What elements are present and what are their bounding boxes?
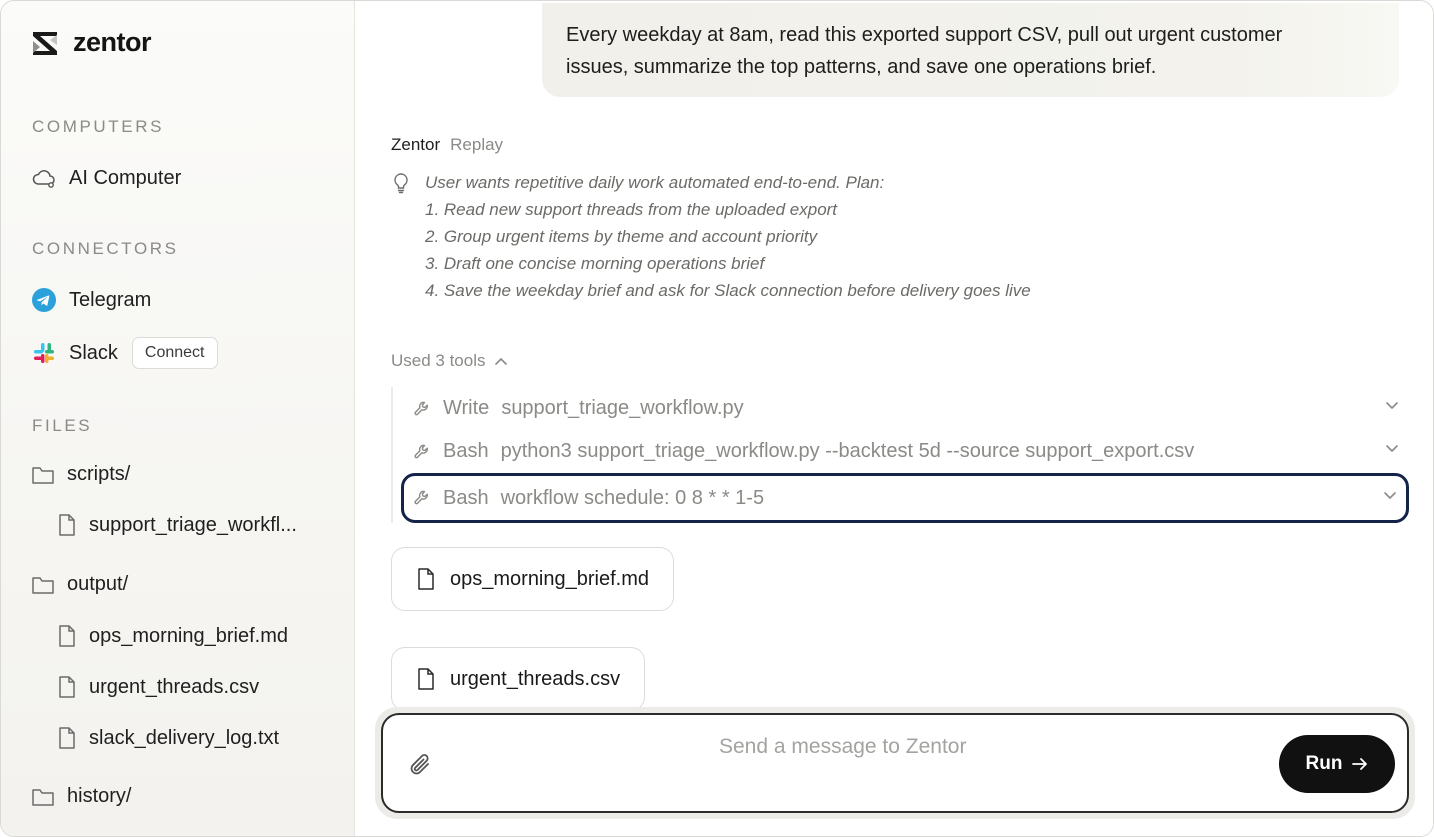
telegram-icon bbox=[31, 287, 57, 313]
wrench-icon bbox=[414, 490, 428, 505]
file-label: scripts/ bbox=[67, 463, 131, 485]
paperclip-icon[interactable] bbox=[407, 751, 435, 781]
chevron-down-icon[interactable] bbox=[1383, 491, 1397, 501]
file-card-urgent-threads[interactable]: urgent_threads.csv bbox=[391, 647, 646, 711]
brand-name: zentor bbox=[73, 27, 152, 57]
tool-name: Write bbox=[443, 397, 490, 419]
run-button[interactable]: Run bbox=[1279, 735, 1395, 793]
tool-name: Bash bbox=[443, 440, 489, 462]
run-button-label: Run bbox=[1305, 753, 1343, 774]
folder-item-scripts[interactable]: scripts/ bbox=[31, 463, 130, 486]
folder-icon bbox=[32, 576, 54, 594]
tool-detail: support_triage_workflow.py bbox=[501, 397, 744, 419]
user-message-line: issues, summarize the top patterns, and … bbox=[566, 56, 1157, 78]
chat-panel: Every weekday at 8am, read this exported… bbox=[355, 1, 1433, 836]
tool-detail: python3 support_triage_workflow.py --bac… bbox=[500, 440, 1195, 462]
sidebar-item-label: AI Computer bbox=[69, 166, 182, 189]
thought-text: User wants repetitive daily work automat… bbox=[425, 169, 1031, 304]
file-item-ops-morning-brief[interactable]: ops_morning_brief.md bbox=[57, 624, 288, 648]
file-item-urgent-threads[interactable]: urgent_threads.csv bbox=[57, 675, 259, 699]
tools-list: Write support_triage_workflow.py Bash py… bbox=[391, 387, 1409, 523]
folder-item-output[interactable]: output/ bbox=[31, 573, 128, 596]
slack-connect-button[interactable]: Connect bbox=[131, 337, 218, 369]
file-label: urgent_threads.csv bbox=[89, 675, 260, 698]
file-card-label: ops_morning_brief.md bbox=[450, 567, 649, 590]
folder-item-history[interactable]: history/ bbox=[31, 785, 131, 808]
arrow-right-icon bbox=[1352, 758, 1368, 770]
file-icon bbox=[418, 668, 434, 690]
file-icon bbox=[59, 727, 75, 749]
chevron-down-icon[interactable] bbox=[1385, 444, 1399, 454]
sidebar: zentor COMPUTERS AI Computer CONNECTORS … bbox=[1, 1, 355, 836]
sidebar-item-label: Telegram bbox=[69, 288, 152, 311]
user-message-line: Every weekday at 8am, read this exported… bbox=[566, 24, 1283, 46]
tool-call-row[interactable]: Write support_triage_workflow.py bbox=[393, 387, 1409, 430]
brand-logo[interactable]: zentor bbox=[31, 27, 152, 58]
file-label: slack_delivery_log.txt bbox=[89, 726, 280, 749]
app-window: zentor COMPUTERS AI Computer CONNECTORS … bbox=[0, 0, 1434, 837]
slack-icon bbox=[31, 340, 57, 366]
composer: Send a message to Zentor Run bbox=[375, 707, 1415, 819]
folder-icon bbox=[32, 788, 54, 806]
user-message-bubble: Every weekday at 8am, read this exported… bbox=[542, 3, 1399, 97]
tools-toggle[interactable]: Used 3 tools bbox=[391, 351, 508, 371]
file-icon bbox=[59, 676, 75, 698]
file-label: support_triage_workfl... bbox=[89, 513, 297, 536]
chevron-down-icon[interactable] bbox=[1385, 401, 1399, 411]
sidebar-item-telegram[interactable]: Telegram bbox=[31, 287, 151, 313]
message-input-placeholder[interactable]: Send a message to Zentor bbox=[719, 735, 966, 759]
file-label: ops_morning_brief.md bbox=[89, 624, 288, 647]
thought-line: 3. Draft one concise morning operations … bbox=[425, 254, 765, 273]
sidebar-item-slack[interactable]: Slack Connect bbox=[31, 337, 218, 369]
sidebar-item-label: Slack bbox=[69, 341, 118, 364]
file-icon bbox=[418, 568, 434, 590]
files-section-title: FILES bbox=[32, 416, 93, 435]
file-icon bbox=[59, 625, 75, 647]
assistant-header: Zentor Replay bbox=[391, 135, 503, 155]
file-label: output/ bbox=[67, 573, 129, 595]
thought-line: 2. Group urgent items by theme and accou… bbox=[425, 227, 818, 246]
replay-link[interactable]: Replay bbox=[450, 135, 503, 155]
computers-section-title: COMPUTERS bbox=[32, 117, 165, 136]
chevron-up-icon bbox=[494, 358, 507, 365]
tool-call-row-selected[interactable]: Bash workflow schedule: 0 8 * * 1-5 bbox=[401, 473, 1409, 523]
zentor-logo-icon bbox=[33, 31, 57, 55]
file-card-ops-morning-brief[interactable]: ops_morning_brief.md bbox=[391, 547, 674, 611]
wrench-icon bbox=[414, 444, 428, 458]
lightbulb-icon bbox=[394, 173, 408, 194]
file-card-label: urgent_threads.csv bbox=[450, 667, 621, 690]
tools-label: Used 3 tools bbox=[391, 351, 486, 370]
message-input-box[interactable]: Send a message to Zentor Run bbox=[381, 713, 1409, 813]
thought-line: 1. Read new support threads from the upl… bbox=[425, 200, 838, 219]
connectors-section-title: CONNECTORS bbox=[32, 239, 179, 258]
file-item-support-triage[interactable]: support_triage_workfl... bbox=[57, 513, 297, 537]
thought-line: User wants repetitive daily work automat… bbox=[425, 173, 885, 192]
file-label: history/ bbox=[67, 785, 132, 807]
assistant-name: Zentor bbox=[391, 135, 441, 154]
sidebar-item-ai-computer[interactable]: AI Computer bbox=[31, 165, 181, 191]
tool-detail: workflow schedule: 0 8 * * 1-5 bbox=[500, 486, 765, 509]
wrench-icon bbox=[414, 401, 428, 415]
folder-icon bbox=[32, 466, 54, 484]
cloud-icon bbox=[31, 165, 57, 191]
tool-name: Bash bbox=[443, 486, 489, 509]
file-icon bbox=[59, 514, 75, 536]
tool-call-row[interactable]: Bash python3 support_triage_workflow.py … bbox=[393, 430, 1409, 473]
assistant-thought: User wants repetitive daily work automat… bbox=[391, 169, 1031, 304]
thought-line: 4. Save the weekday brief and ask for Sl… bbox=[425, 281, 1031, 300]
file-item-slack-delivery-log[interactable]: slack_delivery_log.txt bbox=[57, 726, 279, 750]
